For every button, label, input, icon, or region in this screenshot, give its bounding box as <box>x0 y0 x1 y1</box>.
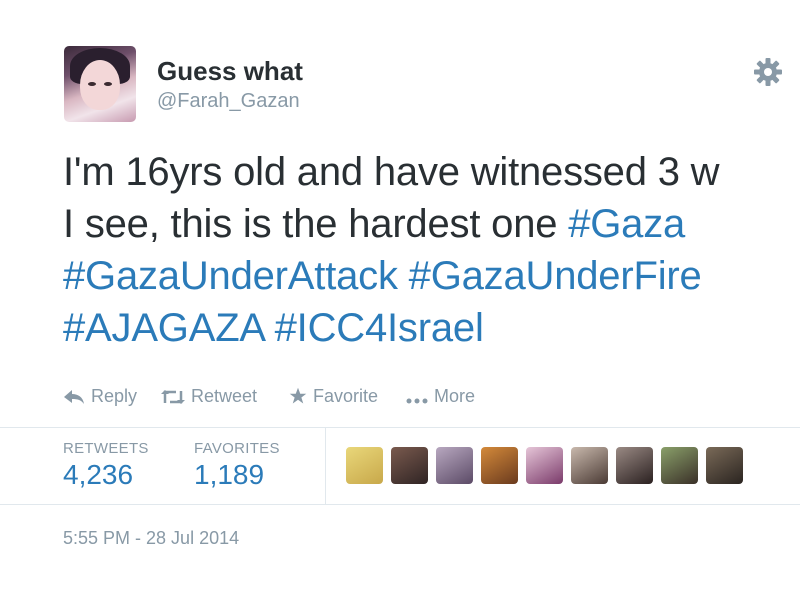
hashtag-link[interactable]: #ICC4Israel <box>275 306 484 350</box>
avatar-face <box>80 60 120 110</box>
author-avatar[interactable] <box>64 46 136 122</box>
favoriter-avatar-2[interactable] <box>391 447 428 484</box>
tweet-timestamp[interactable]: 5:55 PM - 28 Jul 2014 <box>63 528 239 549</box>
gear-icon[interactable] <box>752 56 784 88</box>
tweet-text-segment <box>264 306 275 350</box>
favoriter-avatar-1[interactable] <box>346 447 383 484</box>
favorite-label: Favorite <box>313 386 379 406</box>
hashtag-link[interactable]: #Gaza <box>568 202 685 246</box>
avatar-eye-left <box>88 82 96 86</box>
tweet-text-segment: I'm 16yrs old and have witnessed 3 w <box>63 150 720 194</box>
retweets-count: 4,236 <box>63 459 134 490</box>
retweets-stat[interactable]: RETWEETS 4,236 <box>63 440 149 491</box>
favoriter-avatar-5[interactable] <box>526 447 563 484</box>
stats-divider <box>325 428 326 504</box>
retweet-label: Retweet <box>191 386 258 406</box>
reply-label: Reply <box>91 386 138 406</box>
author-display-name[interactable]: Guess what <box>157 56 303 87</box>
favoriter-avatar-4[interactable] <box>481 447 518 484</box>
tweet-text: I'm 16yrs old and have witnessed 3 wI se… <box>63 146 800 354</box>
retweet-icon <box>161 390 185 404</box>
retweets-label: RETWEETS <box>63 440 149 457</box>
favoriter-avatar-9[interactable] <box>706 447 743 484</box>
tweet-text-line: #GazaUnderAttack #GazaUnderFire <box>63 250 800 302</box>
tweet-text-segment <box>398 254 409 298</box>
more-button[interactable]: More <box>406 386 475 407</box>
tweet-text-line: I see, this is the hardest one #Gaza <box>63 198 800 250</box>
avatar-eye-right <box>104 82 112 86</box>
star-icon <box>289 387 307 404</box>
hashtag-link[interactable]: #GazaUnderFire <box>409 254 702 298</box>
more-label: More <box>434 386 476 406</box>
retweet-button[interactable]: Retweet <box>161 386 257 407</box>
hashtag-link[interactable]: #GazaUnderAttack <box>63 254 398 298</box>
favoriter-avatar-6[interactable] <box>571 447 608 484</box>
favoriter-avatar-8[interactable] <box>661 447 698 484</box>
reply-button[interactable]: Reply <box>63 386 137 407</box>
favoriter-avatar-3[interactable] <box>436 447 473 484</box>
favorites-stat[interactable]: FAVORITES 1,189 <box>194 440 280 491</box>
tweet-text-line: #AJAGAZA #ICC4Israel <box>63 302 800 354</box>
favorite-button[interactable]: Favorite <box>289 386 378 407</box>
favorites-label: FAVORITES <box>194 440 280 457</box>
favorites-count: 1,189 <box>194 459 265 490</box>
tweet-card: Guess what @Farah_Gazan I'm 16yrs old an… <box>0 0 800 600</box>
tweet-text-line: I'm 16yrs old and have witnessed 3 w <box>63 146 800 198</box>
author-handle[interactable]: @Farah_Gazan <box>157 90 300 113</box>
more-dots-icon <box>406 398 428 404</box>
reply-icon <box>64 390 84 404</box>
favoriter-avatar-7[interactable] <box>616 447 653 484</box>
tweet-text-segment: I see, this is the hardest one <box>63 202 569 246</box>
hashtag-link[interactable]: #AJAGAZA <box>63 306 264 350</box>
tweet-stats: RETWEETS 4,236 FAVORITES 1,189 <box>0 427 800 505</box>
